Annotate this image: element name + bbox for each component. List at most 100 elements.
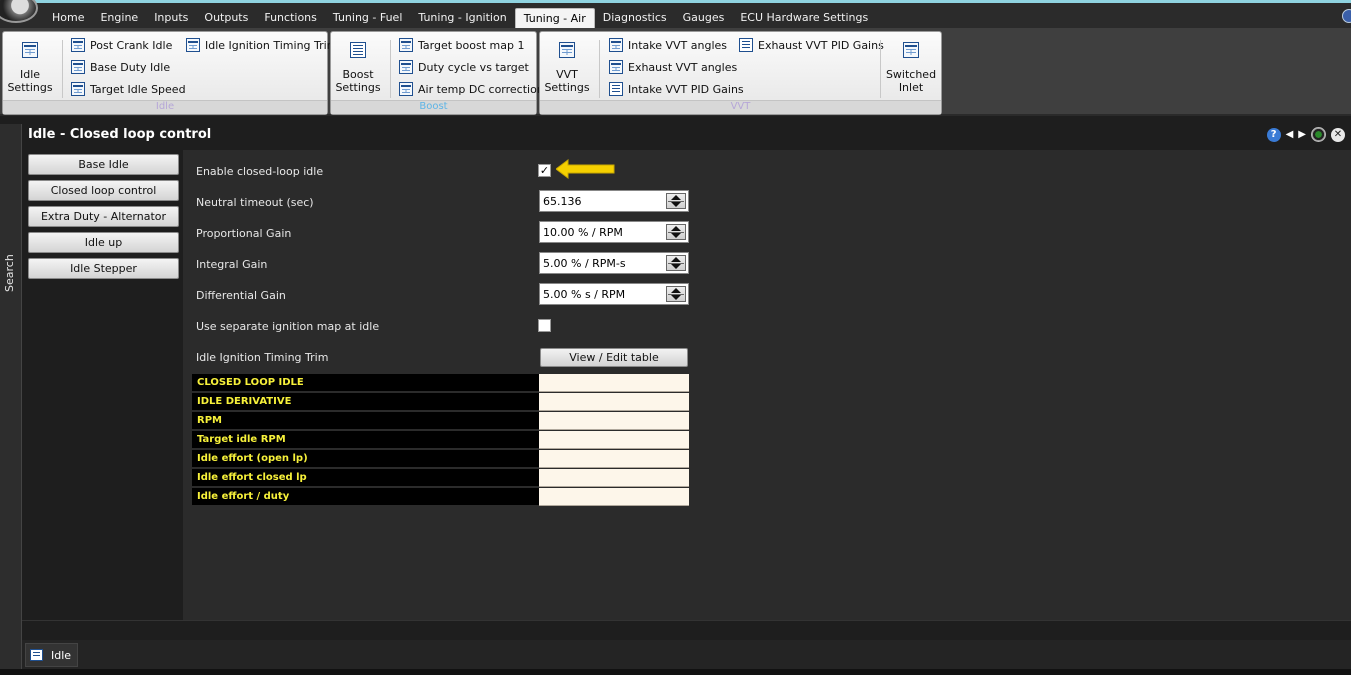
menu-outputs[interactable]: Outputs (196, 8, 256, 30)
tab-idle[interactable]: Idle (25, 643, 79, 667)
tab-idle-label: Idle (51, 648, 72, 662)
exhaust-vvt-angles-button[interactable]: Exhaust VVT angles (609, 58, 737, 76)
menu-home[interactable]: Home (44, 8, 92, 30)
menu-diagnostics[interactable]: Diagnostics (595, 8, 675, 30)
post-crank-idle-button[interactable]: Post Crank Idle (71, 36, 172, 54)
separate-ign-map-checkbox[interactable] (538, 319, 551, 332)
table-icon (609, 38, 623, 52)
app-logo-icon[interactable] (0, 0, 38, 23)
idle-ign-trim-label: Idle Ignition Timing Trim (196, 351, 329, 364)
gauge-table: CLOSED LOOP IDLE IDLE DERIVATIVE RPM Tar… (192, 374, 689, 507)
nav-extra-duty-alternator[interactable]: Extra Duty - Alternator (28, 206, 179, 227)
next-icon[interactable]: ▶ (1298, 129, 1306, 140)
table-row: RPM (192, 412, 689, 431)
neutral-timeout-field[interactable] (539, 190, 689, 212)
proportional-gain-label: Proportional Gain (196, 227, 292, 240)
menu-tuning-air[interactable]: Tuning - Air (514, 8, 595, 30)
intake-vvt-pid-gains-button[interactable]: Intake VVT PID Gains (609, 80, 744, 98)
settings-list-icon (739, 38, 753, 52)
air-temp-dc-correction-button[interactable]: Air temp DC correction (399, 80, 544, 98)
nav-closed-loop-control[interactable]: Closed loop control (28, 180, 179, 201)
document-tab-bar: Idle (22, 640, 1351, 669)
close-icon[interactable]: ✕ (1331, 127, 1345, 142)
idle-ignition-timing-trim-button[interactable]: Idle Ignition Timing Trim (186, 36, 337, 54)
idle-ignition-timing-trim-label: Idle Ignition Timing Trim (205, 38, 338, 52)
proportional-gain-input[interactable] (540, 223, 665, 241)
search-label[interactable]: Search (3, 254, 16, 292)
boost-settings-label-2: Settings (335, 81, 381, 94)
neutral-timeout-spinner[interactable] (666, 193, 686, 209)
ribbon-divider (390, 40, 391, 98)
target-boost-map-button[interactable]: Target boost map 1 (399, 36, 524, 54)
gauge-value (539, 450, 689, 468)
exhaust-vvt-pid-gains-button[interactable]: Exhaust VVT PID Gains (739, 36, 884, 54)
base-duty-idle-button[interactable]: Base Duty Idle (71, 58, 170, 76)
integral-gain-input[interactable] (540, 254, 665, 272)
previous-icon[interactable]: ◀ (1286, 129, 1294, 140)
settings-list-icon (350, 42, 366, 58)
differential-gain-input[interactable] (540, 285, 665, 303)
differential-gain-label: Differential Gain (196, 289, 286, 302)
ribbon-group-idle: Idle Settings Post Crank Idle Base Duty … (2, 31, 337, 115)
gauge-label: Idle effort / duty (192, 488, 539, 506)
view-edit-table-button[interactable]: View / Edit table (540, 348, 688, 367)
exhaust-vvt-pid-gains-label: Exhaust VVT PID Gains (758, 38, 884, 52)
table-icon (399, 82, 413, 96)
intake-vvt-pid-gains-label: Intake VVT PID Gains (628, 82, 744, 96)
gauge-icon[interactable] (1311, 127, 1326, 142)
nav-idle-up[interactable]: Idle up (28, 232, 179, 253)
table-icon (559, 42, 575, 58)
idle-settings-button[interactable]: Idle Settings (3, 38, 57, 94)
table-icon (609, 60, 623, 74)
boost-settings-button[interactable]: Boost Settings (331, 38, 385, 94)
table-icon (71, 82, 85, 96)
differential-gain-field[interactable] (539, 283, 689, 305)
ribbon-group-caption-boost: Boost (331, 100, 536, 114)
enable-closed-loop-checkbox[interactable]: ✓ (538, 164, 551, 177)
gauge-label: CLOSED LOOP IDLE (192, 374, 539, 392)
integral-gain-spinner[interactable] (666, 255, 686, 271)
help-icon[interactable]: ? (1266, 127, 1281, 142)
search-sidebar[interactable]: Search (0, 124, 22, 675)
integral-gain-field[interactable] (539, 252, 689, 274)
duty-cycle-vs-target-button[interactable]: Duty cycle vs target (399, 58, 529, 76)
gauge-value (539, 393, 689, 411)
differential-gain-spinner[interactable] (666, 286, 686, 302)
nav-base-idle[interactable]: Base Idle (28, 154, 179, 175)
table-row: CLOSED LOOP IDLE (192, 374, 689, 393)
table-icon (71, 38, 85, 52)
menu-engine[interactable]: Engine (92, 8, 146, 30)
table-icon (399, 60, 413, 74)
table-row: IDLE DERIVATIVE (192, 393, 689, 412)
menu-tuning-fuel[interactable]: Tuning - Fuel (325, 8, 411, 30)
intake-vvt-angles-label: Intake VVT angles (628, 38, 728, 52)
menu-gauges[interactable]: Gauges (675, 8, 733, 30)
gauge-label: Target idle RPM (192, 431, 539, 449)
proportional-gain-spinner[interactable] (666, 224, 686, 240)
window-options-icon[interactable] (1342, 9, 1351, 23)
target-idle-speed-button[interactable]: Target Idle Speed (71, 80, 186, 98)
enable-closed-loop-label: Enable closed-loop idle (196, 165, 324, 178)
gauge-value (539, 412, 689, 430)
top-menu-bar: Home Engine Inputs Outputs Functions Tun… (0, 0, 1351, 30)
ribbon-divider (599, 40, 600, 98)
neutral-timeout-input[interactable] (540, 192, 665, 210)
switched-inlet-button[interactable]: Switched Inlet (884, 38, 938, 94)
proportional-gain-field[interactable] (539, 221, 689, 243)
settings-list-icon (609, 82, 623, 96)
intake-vvt-angles-button[interactable]: Intake VVT angles (609, 36, 727, 54)
menu-tuning-ignition[interactable]: Tuning - Ignition (410, 8, 514, 30)
nav-idle-stepper[interactable]: Idle Stepper (28, 258, 179, 279)
menu-functions[interactable]: Functions (256, 8, 325, 30)
settings-list-icon (30, 649, 43, 661)
table-row: Idle effort / duty (192, 488, 689, 507)
idle-settings-label-2: Settings (7, 81, 53, 94)
gauge-value (539, 431, 689, 449)
settings-content: Enable closed-loop idle ✓ Neutral timeou… (183, 150, 1351, 620)
vvt-settings-button[interactable]: VVT Settings (540, 38, 594, 94)
exhaust-vvt-angles-label: Exhaust VVT angles (628, 60, 738, 74)
separate-ign-map-label: Use separate ignition map at idle (196, 320, 380, 333)
menu-inputs[interactable]: Inputs (146, 8, 196, 30)
menu-ecu-hardware-settings[interactable]: ECU Hardware Settings (732, 8, 876, 30)
table-icon (186, 38, 200, 52)
